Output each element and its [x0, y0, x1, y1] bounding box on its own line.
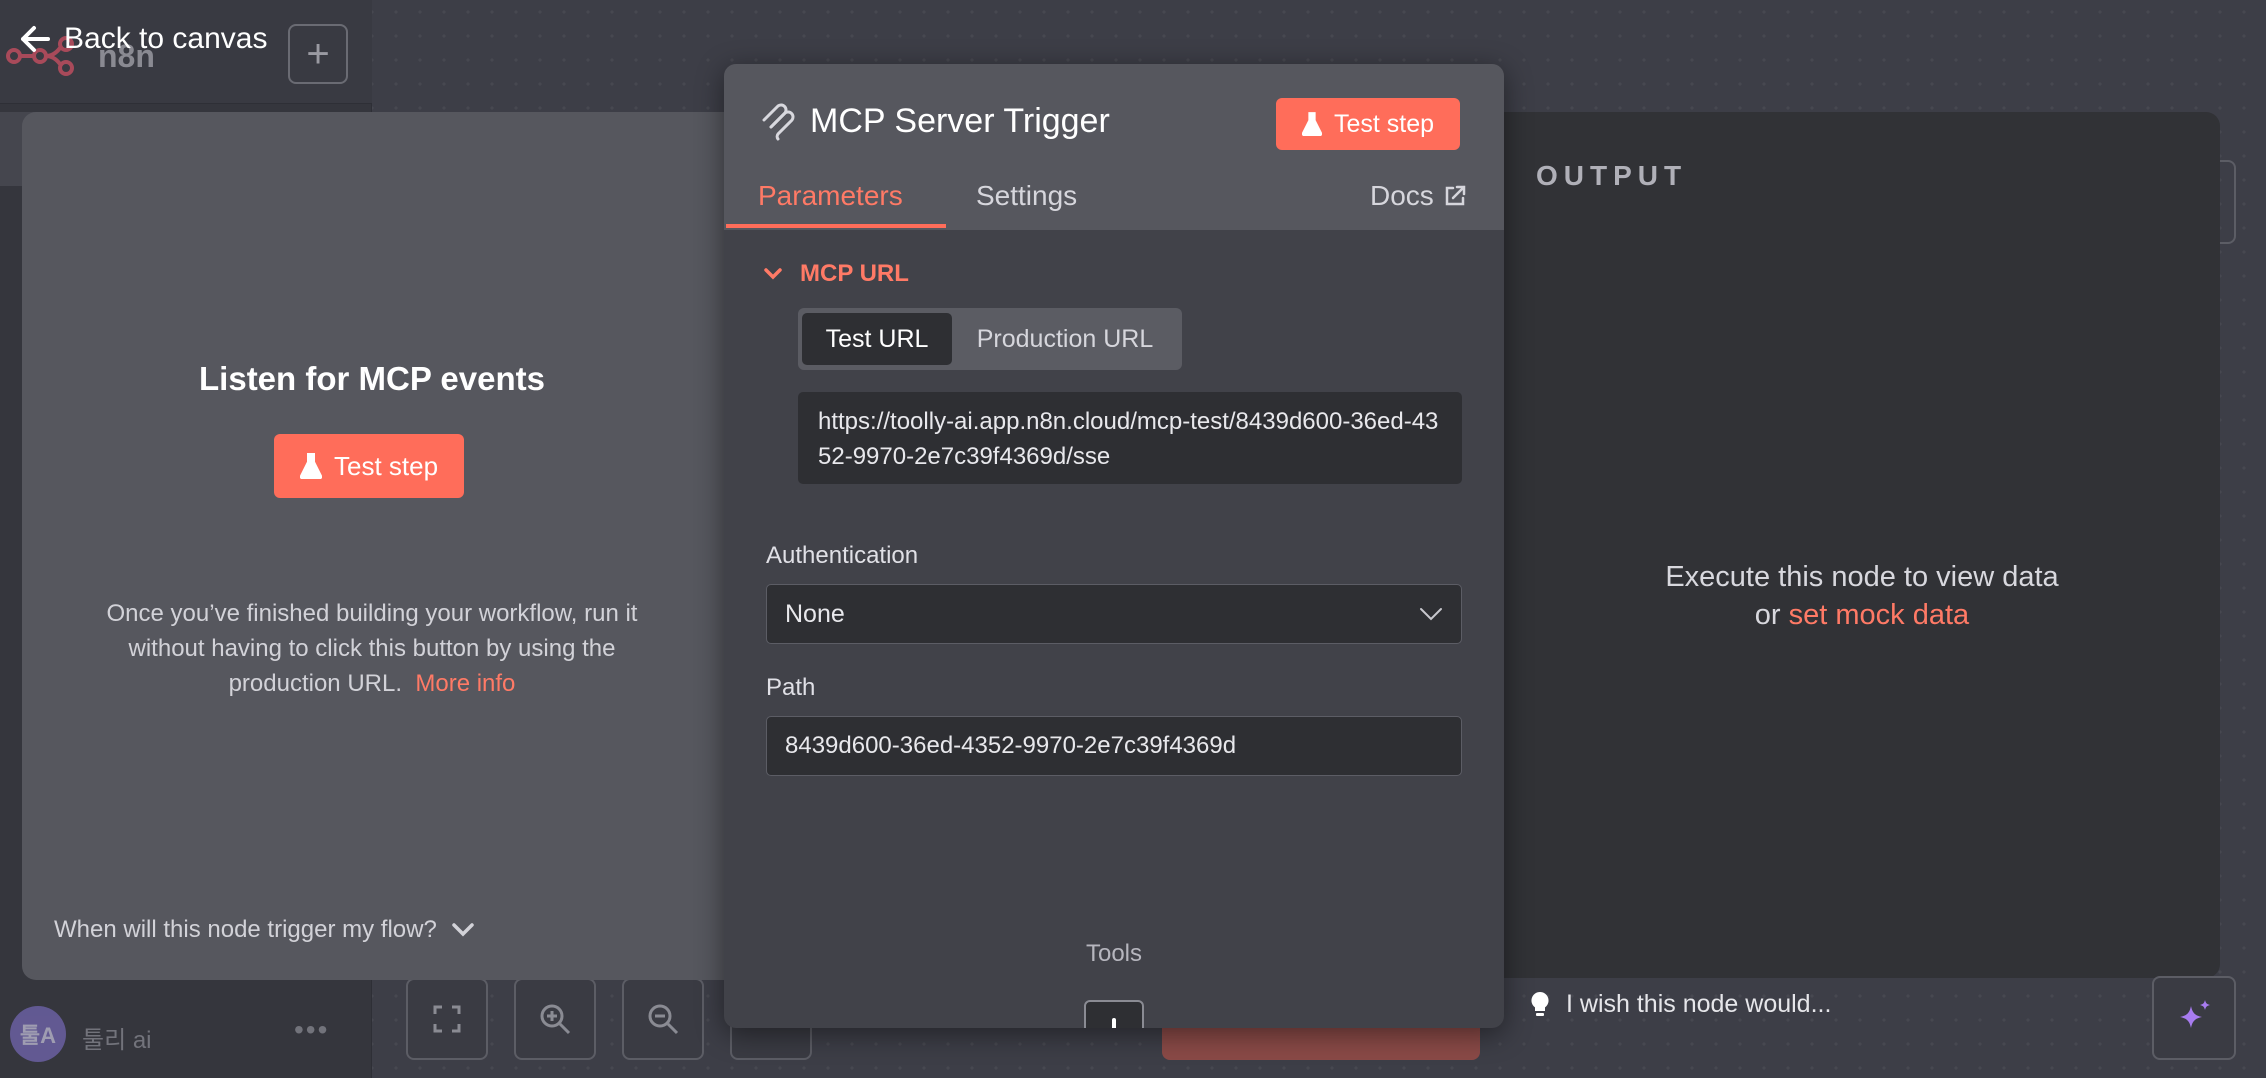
output-panel: OUTPUT Execute this node to view data or…	[1504, 112, 2220, 978]
trigger-question-toggle[interactable]: When will this node trigger my flow?	[54, 916, 475, 944]
zoom-in-icon	[540, 1004, 571, 1035]
input-test-step-label: Test step	[334, 450, 439, 481]
arrow-left-icon	[21, 26, 50, 52]
user-menu-icon[interactable]: •••	[294, 1014, 329, 1046]
output-empty-message: Execute this node to view data or set mo…	[1504, 558, 2220, 634]
mcp-url-display[interactable]: https://toolly-ai.app.n8n.cloud/mcp-test…	[798, 392, 1462, 484]
authentication-value: None	[785, 599, 845, 628]
flask-icon	[1302, 112, 1322, 136]
chevron-down-icon	[764, 268, 782, 280]
tab-parameters[interactable]: Parameters	[758, 180, 903, 224]
back-to-canvas-link[interactable]: Back to canvas	[20, 22, 267, 56]
tools-label: Tools	[1085, 940, 1143, 967]
tab-docs[interactable]: Docs	[1370, 180, 1466, 224]
production-url-option[interactable]: Production URL	[952, 313, 1178, 365]
header-test-step-label: Test step	[1334, 109, 1435, 138]
tab-settings[interactable]: Settings	[976, 180, 1077, 224]
header-test-step-button[interactable]: Test step	[1276, 98, 1461, 150]
avatar[interactable]: 툴A	[10, 1006, 66, 1062]
output-message-or: or	[1754, 599, 1781, 631]
feedback-wish-label: I wish this node would...	[1566, 990, 1832, 1018]
input-panel-description: Once you’ve finished building your workf…	[72, 596, 672, 701]
output-panel-title: OUTPUT	[1536, 160, 1688, 191]
zoom-out-button[interactable]	[622, 978, 704, 1060]
mcp-icon	[762, 103, 795, 141]
set-mock-data-link[interactable]: set mock data	[1789, 599, 1970, 631]
chevron-down-icon	[452, 923, 474, 937]
zoom-in-button[interactable]	[514, 978, 596, 1060]
node-settings-panel: MCP Server Trigger Test step Parameters …	[724, 64, 1504, 1028]
authentication-label: Authentication	[766, 542, 919, 569]
node-title: MCP Server Trigger	[810, 102, 1110, 140]
zoom-out-icon	[648, 1004, 679, 1035]
test-url-option[interactable]: Test URL	[802, 313, 952, 365]
mcp-url-section-label: MCP URL	[800, 260, 909, 287]
sparkles-icon	[2180, 1000, 2210, 1028]
output-message-line: Execute this node to view data	[1665, 561, 2059, 593]
lightbulb-icon	[1531, 991, 1549, 1016]
user-name: 툴리 ai	[82, 1027, 152, 1054]
url-type-toggle: Test URL Production URL	[798, 308, 1182, 370]
back-to-canvas-label: Back to canvas	[64, 22, 268, 55]
add-tool-button[interactable]	[1084, 1000, 1144, 1028]
path-input[interactable]	[766, 716, 1462, 776]
input-test-step-button[interactable]: Test step	[274, 434, 465, 498]
external-link-icon	[1445, 185, 1466, 206]
more-info-link[interactable]: More info	[415, 670, 515, 697]
path-label: Path	[766, 674, 816, 701]
ai-assistant-button[interactable]	[2152, 976, 2236, 1060]
sidebar-add-button[interactable]: +	[288, 24, 348, 84]
plus-icon	[1104, 1018, 1124, 1028]
description-text: Once you’ve finished building your workf…	[106, 600, 638, 697]
flask-icon	[300, 453, 322, 479]
chevron-down-icon	[1420, 608, 1442, 621]
fit-view-icon	[433, 1005, 461, 1033]
mcp-url-section-toggle[interactable]: MCP URL	[764, 260, 909, 288]
active-tab-indicator	[726, 224, 946, 228]
panel-header: MCP Server Trigger Test step Parameters …	[724, 64, 1504, 230]
trigger-question-label: When will this node trigger my flow?	[54, 916, 437, 943]
input-panel: Listen for MCP events Test step Once you…	[22, 112, 744, 980]
authentication-select[interactable]: None	[766, 584, 1462, 644]
input-panel-title: Listen for MCP events	[199, 360, 545, 397]
fit-view-button[interactable]	[406, 978, 488, 1060]
docs-label: Docs	[1370, 180, 1434, 211]
feedback-wish-link[interactable]: I wish this node would...	[1530, 990, 1831, 1019]
